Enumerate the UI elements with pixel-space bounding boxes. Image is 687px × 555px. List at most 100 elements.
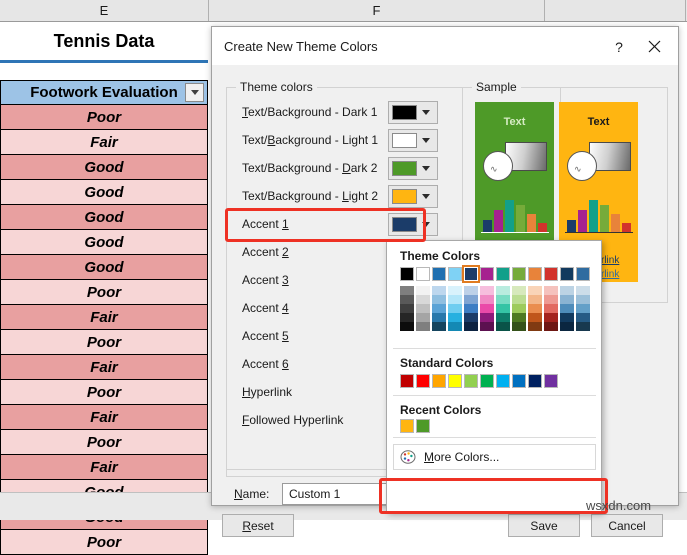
close-icon[interactable] bbox=[638, 34, 670, 58]
theme-color-shade-swatch[interactable] bbox=[400, 322, 414, 331]
table-row[interactable]: Fair bbox=[0, 130, 208, 155]
table-row[interactable]: Fair bbox=[0, 305, 208, 330]
theme-color-shade-swatch[interactable] bbox=[544, 295, 558, 304]
theme-color-swatch[interactable] bbox=[416, 267, 430, 281]
table-row[interactable]: Fair bbox=[0, 455, 208, 480]
color-swatch-dropdown-button[interactable] bbox=[388, 213, 438, 236]
theme-color-shade-swatch[interactable] bbox=[480, 295, 494, 304]
help-icon[interactable]: ? bbox=[608, 36, 630, 58]
theme-color-shade-swatch[interactable] bbox=[528, 304, 542, 313]
theme-color-shade-swatch[interactable] bbox=[448, 304, 462, 313]
theme-color-shade-swatch[interactable] bbox=[560, 313, 574, 322]
theme-color-swatch[interactable] bbox=[480, 267, 494, 281]
theme-color-swatch[interactable] bbox=[400, 267, 414, 281]
theme-color-shade-swatch[interactable] bbox=[528, 295, 542, 304]
more-colors-menu-item[interactable]: More Colors... bbox=[393, 444, 596, 470]
theme-color-shade-swatch[interactable] bbox=[432, 313, 446, 322]
theme-color-shade-swatch[interactable] bbox=[560, 304, 574, 313]
theme-color-shade-swatch[interactable] bbox=[448, 322, 462, 331]
column-header-f[interactable]: F bbox=[209, 0, 545, 21]
save-button[interactable]: Save bbox=[508, 514, 580, 537]
theme-color-shade-swatch[interactable] bbox=[400, 286, 414, 295]
theme-color-shade-swatch[interactable] bbox=[432, 322, 446, 331]
table-row[interactable]: Poor bbox=[0, 530, 208, 555]
standard-color-swatch[interactable] bbox=[400, 374, 414, 388]
theme-color-swatch[interactable] bbox=[544, 267, 558, 281]
theme-color-shade-swatch[interactable] bbox=[400, 295, 414, 304]
table-row[interactable]: Good bbox=[0, 180, 208, 205]
theme-color-shade-swatch[interactable] bbox=[544, 304, 558, 313]
color-swatch-dropdown-button[interactable] bbox=[388, 185, 438, 208]
recent-color-swatch[interactable] bbox=[416, 419, 430, 433]
theme-color-shade-swatch[interactable] bbox=[528, 286, 542, 295]
table-row[interactable]: Good bbox=[0, 230, 208, 255]
cancel-button[interactable]: Cancel bbox=[591, 514, 663, 537]
theme-color-shade-swatch[interactable] bbox=[496, 304, 510, 313]
theme-color-shade-swatch[interactable] bbox=[480, 304, 494, 313]
standard-color-swatch[interactable] bbox=[448, 374, 462, 388]
standard-color-swatch[interactable] bbox=[544, 374, 558, 388]
theme-color-shade-swatch[interactable] bbox=[528, 322, 542, 331]
table-row[interactable]: Good bbox=[0, 155, 208, 180]
theme-color-shade-swatch[interactable] bbox=[544, 313, 558, 322]
theme-color-shade-swatch[interactable] bbox=[400, 313, 414, 322]
theme-color-shade-swatch[interactable] bbox=[544, 322, 558, 331]
standard-color-swatch[interactable] bbox=[496, 374, 510, 388]
standard-color-swatch[interactable] bbox=[480, 374, 494, 388]
theme-color-shade-swatch[interactable] bbox=[464, 286, 478, 295]
theme-color-shade-swatch[interactable] bbox=[416, 304, 430, 313]
theme-color-shade-swatch[interactable] bbox=[512, 313, 526, 322]
theme-color-shade-swatch[interactable] bbox=[432, 304, 446, 313]
theme-color-shade-swatch[interactable] bbox=[464, 295, 478, 304]
standard-color-swatch[interactable] bbox=[432, 374, 446, 388]
color-swatch-dropdown-button[interactable] bbox=[388, 129, 438, 152]
theme-color-swatch[interactable] bbox=[560, 267, 574, 281]
theme-color-shade-swatch[interactable] bbox=[416, 322, 430, 331]
theme-color-shade-swatch[interactable] bbox=[464, 313, 478, 322]
theme-color-shade-swatch[interactable] bbox=[400, 304, 414, 313]
theme-color-shade-swatch[interactable] bbox=[480, 322, 494, 331]
theme-color-shade-swatch[interactable] bbox=[496, 295, 510, 304]
table-row[interactable]: Good bbox=[0, 255, 208, 280]
theme-color-shade-swatch[interactable] bbox=[464, 304, 478, 313]
theme-color-shade-swatch[interactable] bbox=[448, 286, 462, 295]
theme-color-swatch[interactable] bbox=[448, 267, 462, 281]
color-swatch-dropdown-button[interactable] bbox=[388, 101, 438, 124]
theme-color-swatch[interactable] bbox=[528, 267, 542, 281]
theme-color-shade-swatch[interactable] bbox=[432, 295, 446, 304]
column-header-g[interactable] bbox=[545, 0, 686, 21]
theme-color-shade-swatch[interactable] bbox=[576, 286, 590, 295]
table-row[interactable]: Poor bbox=[0, 280, 208, 305]
table-row[interactable]: Good bbox=[0, 205, 208, 230]
theme-color-shade-swatch[interactable] bbox=[416, 286, 430, 295]
theme-color-shade-swatch[interactable] bbox=[496, 286, 510, 295]
theme-color-shade-swatch[interactable] bbox=[576, 322, 590, 331]
theme-color-shade-swatch[interactable] bbox=[496, 313, 510, 322]
table-row[interactable]: Poor bbox=[0, 330, 208, 355]
theme-color-shade-swatch[interactable] bbox=[560, 295, 574, 304]
theme-color-swatch[interactable] bbox=[576, 267, 590, 281]
filter-dropdown-icon[interactable] bbox=[185, 83, 204, 102]
column-header-e[interactable]: E bbox=[0, 0, 209, 21]
standard-color-swatch[interactable] bbox=[512, 374, 526, 388]
theme-color-shade-swatch[interactable] bbox=[560, 322, 574, 331]
table-row[interactable]: Poor bbox=[0, 380, 208, 405]
theme-color-shade-swatch[interactable] bbox=[576, 304, 590, 313]
theme-color-shade-swatch[interactable] bbox=[480, 286, 494, 295]
theme-color-shade-swatch[interactable] bbox=[464, 322, 478, 331]
theme-color-shade-swatch[interactable] bbox=[544, 286, 558, 295]
theme-color-shade-swatch[interactable] bbox=[416, 313, 430, 322]
theme-color-shade-swatch[interactable] bbox=[416, 295, 430, 304]
theme-color-swatch[interactable] bbox=[512, 267, 526, 281]
theme-color-shade-swatch[interactable] bbox=[448, 295, 462, 304]
theme-color-shade-swatch[interactable] bbox=[528, 313, 542, 322]
theme-color-shade-swatch[interactable] bbox=[480, 313, 494, 322]
theme-color-shade-swatch[interactable] bbox=[496, 322, 510, 331]
theme-color-shade-swatch[interactable] bbox=[560, 286, 574, 295]
theme-color-shade-swatch[interactable] bbox=[512, 295, 526, 304]
theme-color-shade-swatch[interactable] bbox=[576, 313, 590, 322]
theme-color-swatch[interactable] bbox=[432, 267, 446, 281]
theme-color-shade-swatch[interactable] bbox=[512, 286, 526, 295]
standard-color-swatch[interactable] bbox=[416, 374, 430, 388]
color-swatch-dropdown-button[interactable] bbox=[388, 157, 438, 180]
